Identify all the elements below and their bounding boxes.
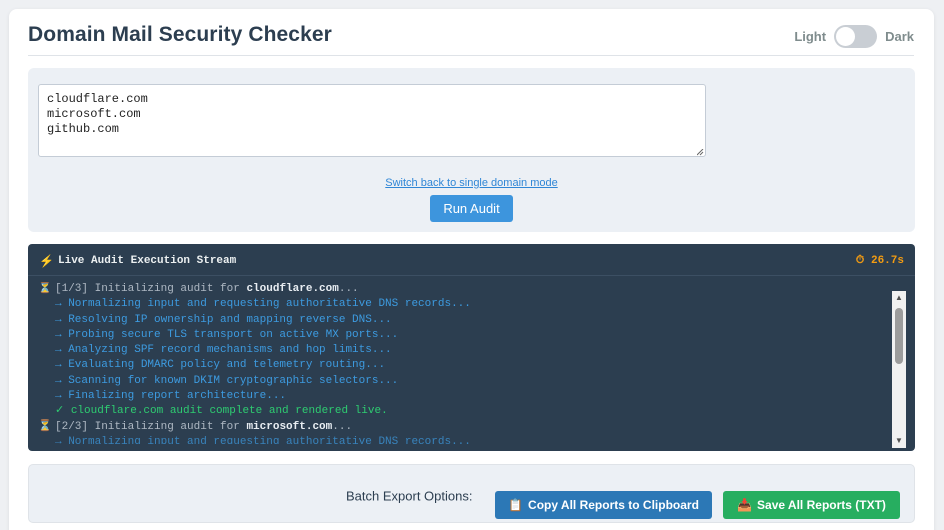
log-step-line: → Evaluating DMARC policy and telemetry … xyxy=(55,359,386,372)
resize-grip-icon[interactable] xyxy=(697,149,704,156)
hourglass-icon: ⏳ xyxy=(38,420,52,433)
stream-header: ⚡ Live Audit Execution Stream ⏱ 26.7s xyxy=(28,244,915,276)
audit-stream-panel: ⚡ Live Audit Execution Stream ⏱ 26.7s ⏳[… xyxy=(28,244,915,451)
theme-light-label: Light xyxy=(794,29,827,44)
log-header-line: ⏳ [1/3] Initializing audit for cloudflare… xyxy=(38,282,900,297)
scroll-down-arrow-icon[interactable]: ▼ xyxy=(892,434,906,448)
log-domain: cloudflare.com xyxy=(246,283,339,295)
theme-dark-label: Dark xyxy=(885,29,914,44)
stream-title: Live Audit Execution Stream xyxy=(58,255,237,267)
log-step-line: → Normalizing input and requesting autho… xyxy=(55,298,471,311)
batch-export-label: Batch Export Options: xyxy=(346,488,473,504)
save-button-label: Save All Reports (TXT) xyxy=(757,498,886,512)
run-audit-button[interactable]: Run Audit xyxy=(430,195,513,222)
log-step-line: → Analyzing SPF record mechanisms and ho… xyxy=(55,344,392,357)
log-prefix: [2/3] Initializing audit for xyxy=(55,420,247,433)
theme-switch: Light Dark xyxy=(794,25,914,48)
header: Domain Mail Security Checker Light Dark xyxy=(28,9,914,56)
clipboard-icon: 📋 xyxy=(508,498,524,512)
log-suffix: ... xyxy=(338,283,359,295)
log-step-line: → Finalizing report architecture... xyxy=(55,390,287,403)
scroll-thumb[interactable] xyxy=(895,308,903,364)
download-tray-icon: 📥 xyxy=(737,498,753,512)
log-step-line: → Scanning for known DKIM cryptographic … xyxy=(55,374,399,387)
log-header-line: ⏳ [2/3] Initializing audit for microsoft.… xyxy=(38,420,900,435)
log-scrollbar[interactable]: ▲ ▼ xyxy=(892,291,906,448)
log-domain: microsoft.com xyxy=(246,420,333,433)
log-step-line: → Normalizing input and requesting autho… xyxy=(55,435,471,444)
scroll-up-arrow-icon[interactable]: ▲ xyxy=(892,291,906,305)
copy-all-reports-button[interactable]: 📋 Copy All Reports to Clipboard xyxy=(495,491,712,519)
lightning-icon: ⚡ xyxy=(39,254,54,268)
switch-link-text[interactable]: Switch back to single domain mode xyxy=(385,177,557,189)
stream-timer: ⏱ 26.7s xyxy=(855,255,904,267)
app-card: Domain Mail Security Checker Light Dark … xyxy=(9,9,934,530)
copy-button-label: Copy All Reports to Clipboard xyxy=(528,498,699,512)
toggle-knob xyxy=(836,27,856,46)
switch-single-mode-link[interactable]: Switch back to single domain mode xyxy=(28,177,915,189)
hourglass-icon: ⏳ xyxy=(38,283,52,295)
timer-value: 26.7s xyxy=(870,255,904,267)
input-panel: cloudflare.com microsoft.com github.com … xyxy=(28,68,915,232)
audit-log[interactable]: ⏳ [1/3] Initializing audit for cloudflare… xyxy=(38,282,900,444)
log-suffix: ... xyxy=(332,420,353,433)
batch-export-panel: Batch Export Options: 📋 Copy All Reports… xyxy=(28,464,915,523)
save-all-reports-button[interactable]: 📥 Save All Reports (TXT) xyxy=(723,491,900,519)
log-success-line: ✓ cloudflare.com audit complete and rend… xyxy=(55,405,388,418)
log-step-line: → Probing secure TLS transport on active… xyxy=(55,328,399,341)
page-title: Domain Mail Security Checker xyxy=(28,23,332,46)
log-prefix: [1/3] Initializing audit for xyxy=(55,283,247,295)
domains-textarea[interactable]: cloudflare.com microsoft.com github.com xyxy=(38,84,706,157)
theme-toggle[interactable] xyxy=(834,25,878,48)
log-step-line: → Resolving IP ownership and mapping rev… xyxy=(55,313,392,326)
